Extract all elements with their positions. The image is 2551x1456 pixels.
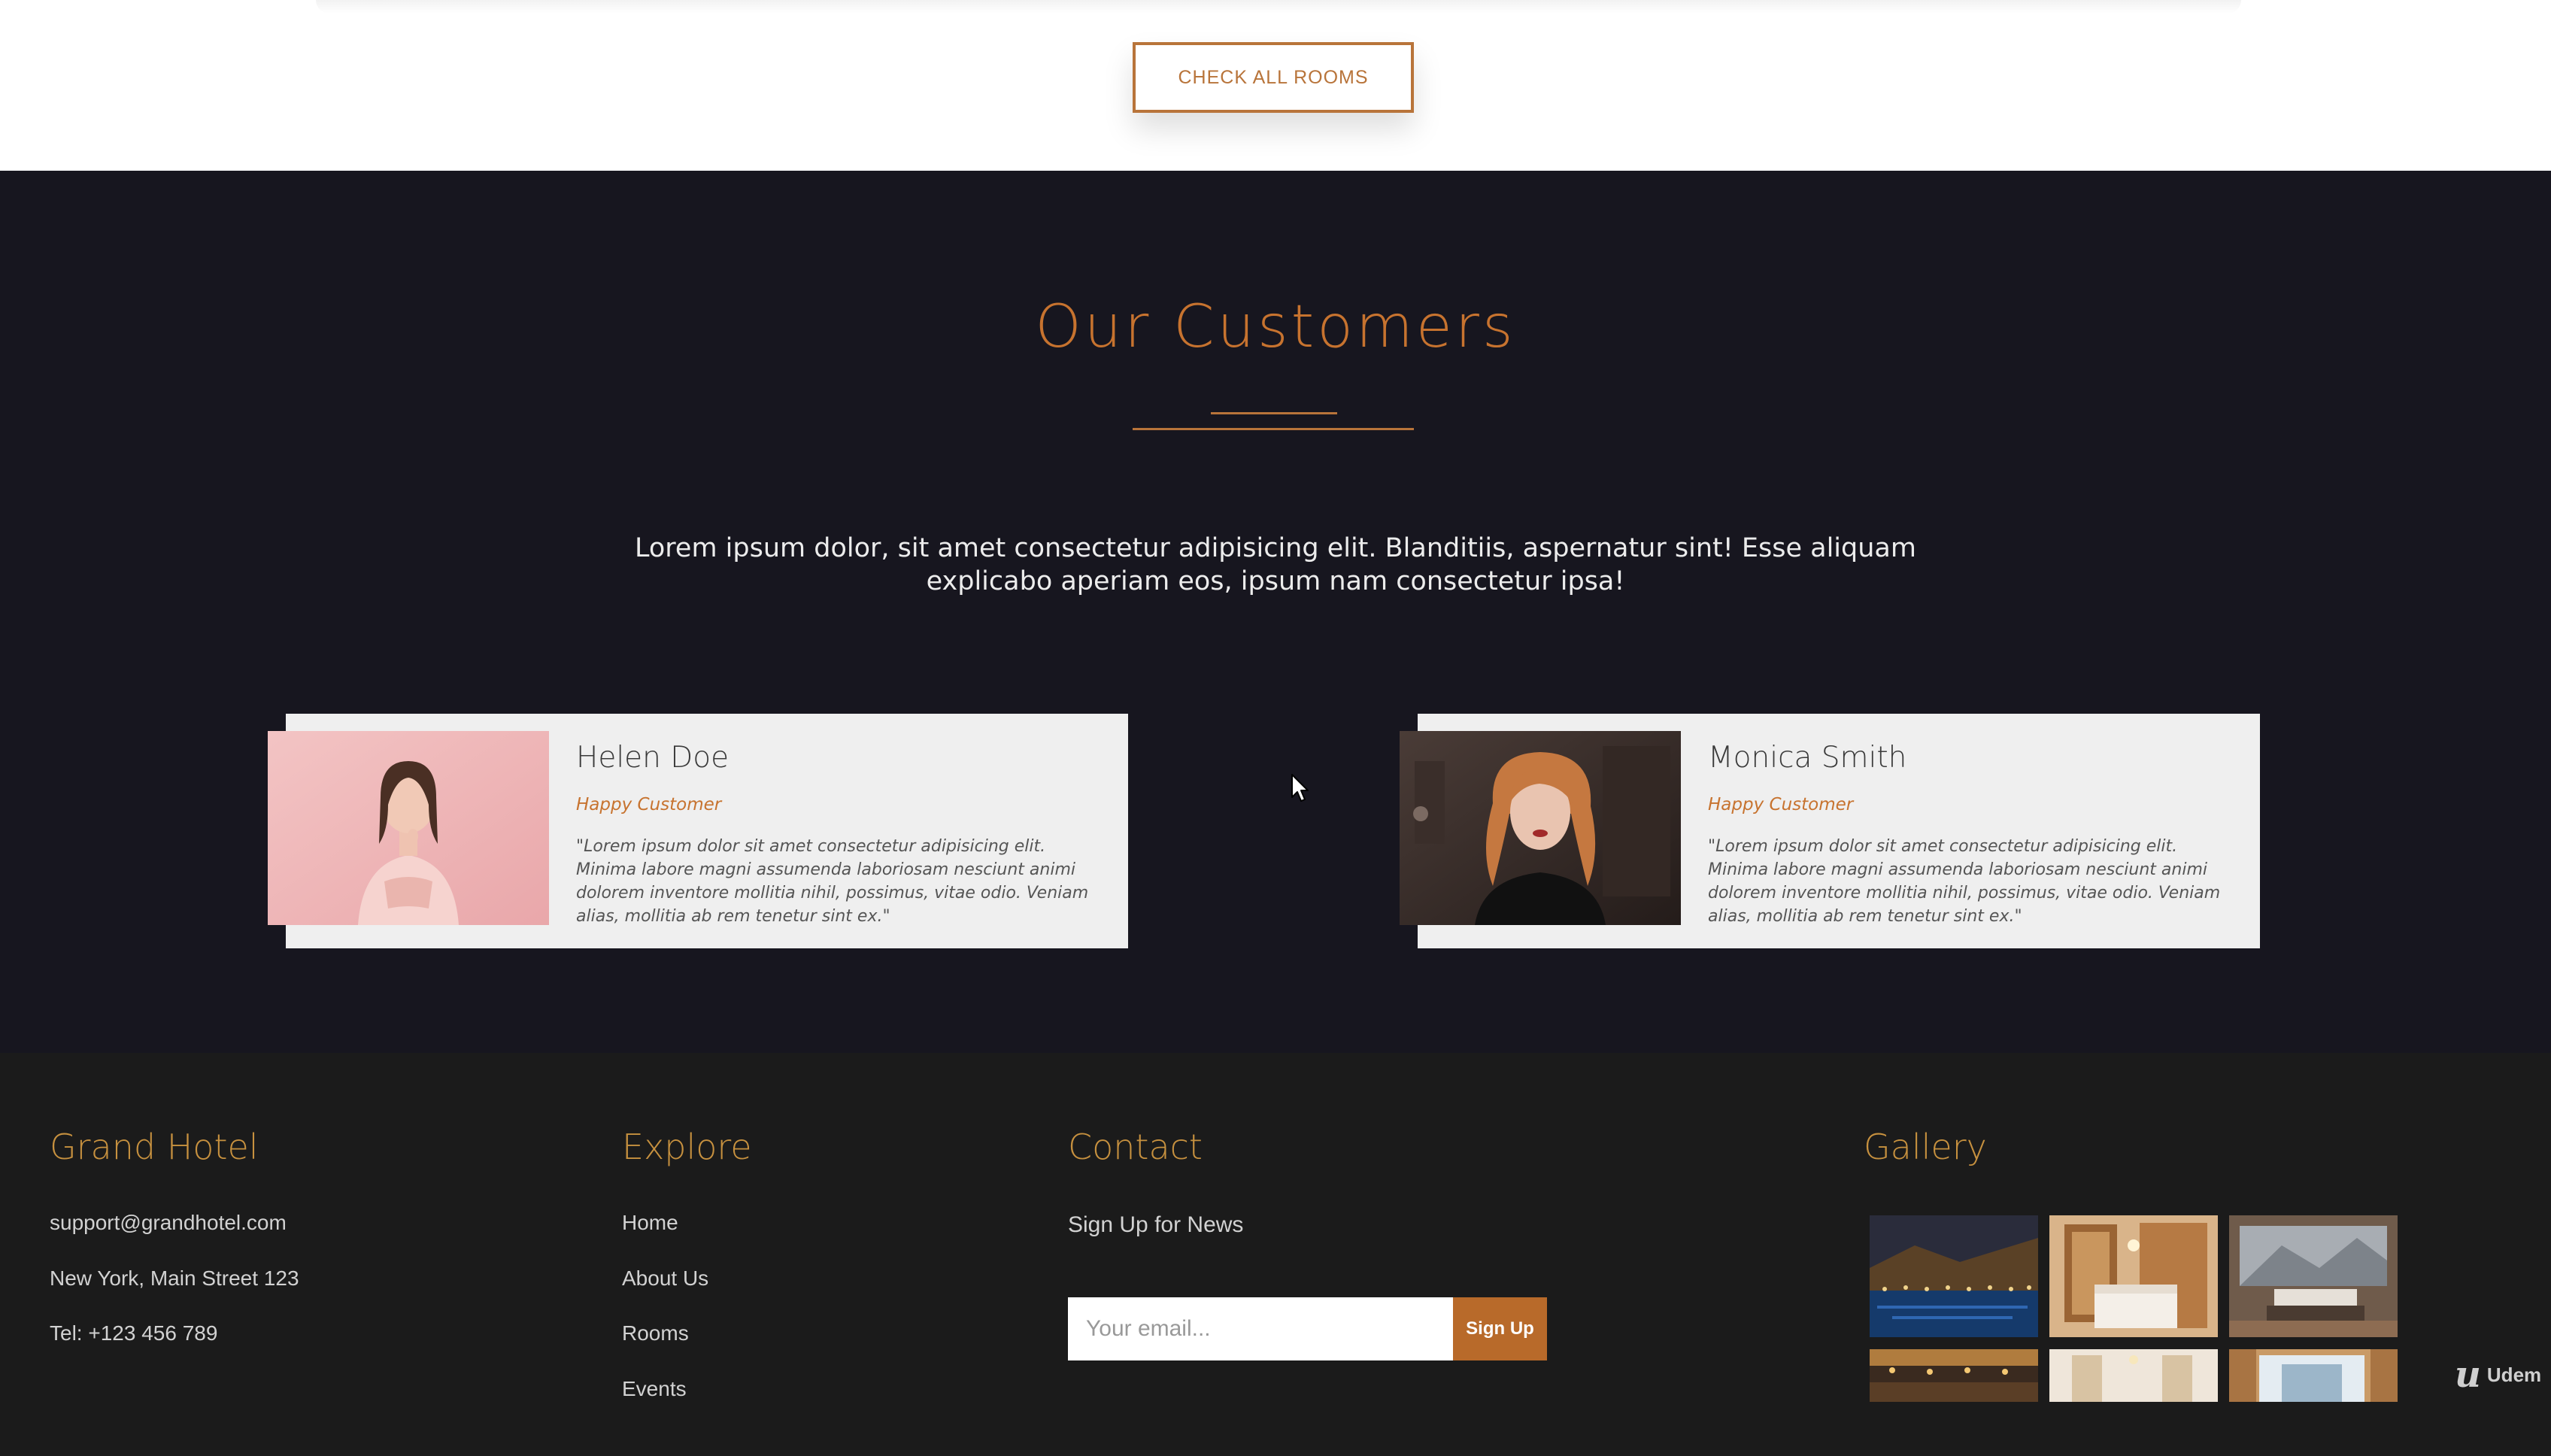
footer-hotel-column: Grand Hotel (50, 1124, 259, 1169)
customer-photo (268, 731, 549, 925)
customer-quote: "Lorem ipsum dolor sit amet consectetur … (1708, 837, 2221, 926)
customer-photo (1400, 731, 1681, 925)
footer-address: New York, Main Street 123 (50, 1266, 299, 1290)
footer-link-rooms[interactable]: Rooms (622, 1321, 689, 1345)
footer-explore-heading: Explore (622, 1127, 752, 1167)
footer-gallery-heading: Gallery (1864, 1127, 1987, 1167)
customers-section: Our Customers Lorem ipsum dolor, sit ame… (0, 171, 2551, 1053)
gallery-image[interactable] (2229, 1215, 2398, 1337)
gallery-image[interactable] (1870, 1215, 2038, 1337)
customer-role: Happy Customer (1708, 795, 1854, 814)
footer-link-home[interactable]: Home (622, 1211, 678, 1235)
customer-name: Monica Smith (1708, 741, 1907, 775)
section-intro: Lorem ipsum dolor, sit amet consectetur … (635, 533, 1916, 596)
footer-contact-column: Contact (1068, 1124, 1203, 1169)
watermark-text: Udem (2486, 1363, 2542, 1386)
section-title: Our Customers (1035, 293, 1516, 361)
customer-role: Happy Customer (576, 795, 722, 814)
customer-name: Helen Doe (576, 741, 730, 775)
gallery-image[interactable] (2049, 1215, 2218, 1337)
newsletter-email-input[interactable] (1068, 1297, 1453, 1360)
footer-email[interactable]: support@grandhotel.com (50, 1211, 287, 1235)
gallery-image[interactable] (1870, 1349, 2038, 1402)
gallery-image[interactable] (2229, 1349, 2398, 1402)
footer-hotel-heading: Grand Hotel (50, 1127, 259, 1167)
signup-button[interactable]: Sign Up (1453, 1297, 1547, 1360)
gallery-image[interactable] (2049, 1349, 2218, 1402)
check-all-rooms-button[interactable]: CHECK ALL ROOMS (1133, 42, 1414, 113)
newsletter-form: Sign Up (1068, 1297, 1547, 1360)
testimonial-card: Monica Smith Happy Customer "Lorem ipsum… (1400, 714, 2260, 948)
rooms-section-bottom: CHECK ALL ROOMS (0, 0, 2551, 171)
customer-quote: "Lorem ipsum dolor sit amet consectetur … (576, 837, 1089, 926)
footer-link-events[interactable]: Events (622, 1377, 687, 1401)
title-divider-short (1211, 412, 1337, 414)
footer-phone: Tel: +123 456 789 (50, 1321, 218, 1345)
section-shadow (316, 0, 2241, 14)
footer-link-about[interactable]: About Us (622, 1266, 708, 1291)
footer-gallery-column: Gallery (1864, 1124, 1987, 1169)
mouse-cursor-icon (1291, 773, 1310, 806)
testimonial-card: Helen Doe Happy Customer "Lorem ipsum do… (268, 714, 1128, 948)
footer-contact-heading: Contact (1068, 1127, 1203, 1167)
footer-explore-column: Explore (622, 1124, 752, 1169)
udemy-logo-icon: u (2455, 1354, 2481, 1396)
newsletter-label: Sign Up for News (1068, 1212, 1244, 1237)
udemy-watermark: u Udem (2455, 1354, 2541, 1396)
title-divider-long (1133, 428, 1414, 430)
